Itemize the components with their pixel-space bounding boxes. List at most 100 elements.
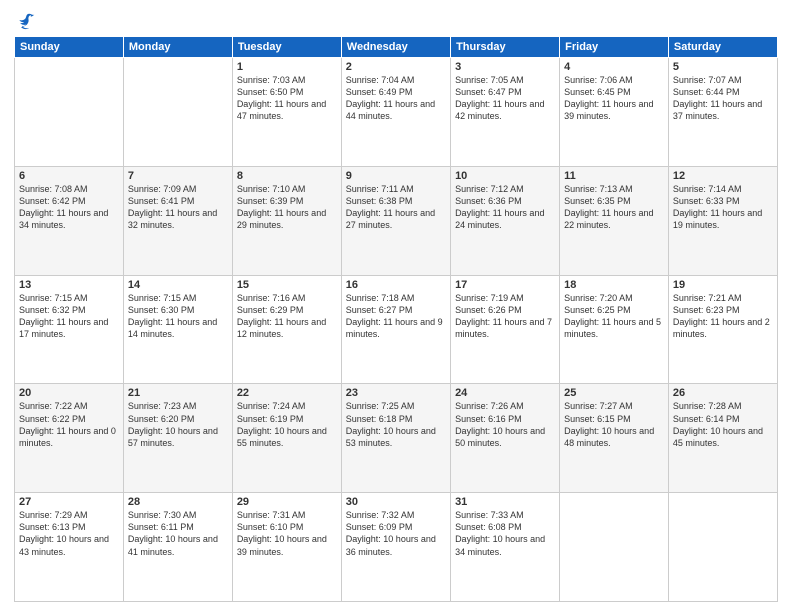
calendar-cell [15,58,124,167]
calendar-cell [668,493,777,602]
day-number: 24 [455,387,555,399]
day-number: 22 [237,387,337,399]
calendar-cell: 5Sunrise: 7:07 AMSunset: 6:44 PMDaylight… [668,58,777,167]
day-detail: Sunrise: 7:15 AMSunset: 6:32 PMDaylight:… [19,292,119,341]
day-number: 27 [19,496,119,508]
calendar-cell: 3Sunrise: 7:05 AMSunset: 6:47 PMDaylight… [451,58,560,167]
day-number: 13 [19,279,119,291]
calendar-header-monday: Monday [123,37,232,58]
calendar-header-friday: Friday [560,37,669,58]
day-number: 10 [455,170,555,182]
calendar-cell: 31Sunrise: 7:33 AMSunset: 6:08 PMDayligh… [451,493,560,602]
day-number: 3 [455,61,555,73]
day-detail: Sunrise: 7:11 AMSunset: 6:38 PMDaylight:… [346,183,446,232]
day-number: 21 [128,387,228,399]
calendar-cell: 19Sunrise: 7:21 AMSunset: 6:23 PMDayligh… [668,275,777,384]
day-number: 20 [19,387,119,399]
day-number: 15 [237,279,337,291]
calendar-cell: 23Sunrise: 7:25 AMSunset: 6:18 PMDayligh… [341,384,450,493]
day-detail: Sunrise: 7:25 AMSunset: 6:18 PMDaylight:… [346,400,446,449]
calendar-header-tuesday: Tuesday [232,37,341,58]
calendar-cell: 20Sunrise: 7:22 AMSunset: 6:22 PMDayligh… [15,384,124,493]
day-number: 1 [237,61,337,73]
day-detail: Sunrise: 7:28 AMSunset: 6:14 PMDaylight:… [673,400,773,449]
day-number: 2 [346,61,446,73]
calendar-cell: 9Sunrise: 7:11 AMSunset: 6:38 PMDaylight… [341,166,450,275]
calendar-cell: 16Sunrise: 7:18 AMSunset: 6:27 PMDayligh… [341,275,450,384]
calendar-cell: 18Sunrise: 7:20 AMSunset: 6:25 PMDayligh… [560,275,669,384]
day-detail: Sunrise: 7:16 AMSunset: 6:29 PMDaylight:… [237,292,337,341]
calendar-header-wednesday: Wednesday [341,37,450,58]
day-number: 28 [128,496,228,508]
calendar-cell: 30Sunrise: 7:32 AMSunset: 6:09 PMDayligh… [341,493,450,602]
calendar-cell [560,493,669,602]
day-detail: Sunrise: 7:09 AMSunset: 6:41 PMDaylight:… [128,183,228,232]
day-detail: Sunrise: 7:19 AMSunset: 6:26 PMDaylight:… [455,292,555,341]
calendar-header-sunday: Sunday [15,37,124,58]
day-detail: Sunrise: 7:10 AMSunset: 6:39 PMDaylight:… [237,183,337,232]
day-number: 16 [346,279,446,291]
calendar: SundayMondayTuesdayWednesdayThursdayFrid… [14,36,778,602]
calendar-header-saturday: Saturday [668,37,777,58]
day-detail: Sunrise: 7:03 AMSunset: 6:50 PMDaylight:… [237,74,337,123]
day-number: 9 [346,170,446,182]
day-detail: Sunrise: 7:21 AMSunset: 6:23 PMDaylight:… [673,292,773,341]
day-number: 17 [455,279,555,291]
day-detail: Sunrise: 7:33 AMSunset: 6:08 PMDaylight:… [455,509,555,558]
calendar-cell: 17Sunrise: 7:19 AMSunset: 6:26 PMDayligh… [451,275,560,384]
calendar-cell: 14Sunrise: 7:15 AMSunset: 6:30 PMDayligh… [123,275,232,384]
page: SundayMondayTuesdayWednesdayThursdayFrid… [0,0,792,612]
calendar-cell: 10Sunrise: 7:12 AMSunset: 6:36 PMDayligh… [451,166,560,275]
day-detail: Sunrise: 7:20 AMSunset: 6:25 PMDaylight:… [564,292,664,341]
calendar-cell: 27Sunrise: 7:29 AMSunset: 6:13 PMDayligh… [15,493,124,602]
day-number: 4 [564,61,664,73]
day-number: 12 [673,170,773,182]
calendar-cell: 13Sunrise: 7:15 AMSunset: 6:32 PMDayligh… [15,275,124,384]
calendar-cell: 21Sunrise: 7:23 AMSunset: 6:20 PMDayligh… [123,384,232,493]
day-detail: Sunrise: 7:18 AMSunset: 6:27 PMDaylight:… [346,292,446,341]
calendar-cell: 24Sunrise: 7:26 AMSunset: 6:16 PMDayligh… [451,384,560,493]
day-detail: Sunrise: 7:26 AMSunset: 6:16 PMDaylight:… [455,400,555,449]
day-number: 19 [673,279,773,291]
day-detail: Sunrise: 7:08 AMSunset: 6:42 PMDaylight:… [19,183,119,232]
calendar-cell: 2Sunrise: 7:04 AMSunset: 6:49 PMDaylight… [341,58,450,167]
day-detail: Sunrise: 7:30 AMSunset: 6:11 PMDaylight:… [128,509,228,558]
logo-bird-icon [16,10,36,30]
calendar-cell: 15Sunrise: 7:16 AMSunset: 6:29 PMDayligh… [232,275,341,384]
day-detail: Sunrise: 7:31 AMSunset: 6:10 PMDaylight:… [237,509,337,558]
day-number: 26 [673,387,773,399]
calendar-cell: 7Sunrise: 7:09 AMSunset: 6:41 PMDaylight… [123,166,232,275]
calendar-cell: 28Sunrise: 7:30 AMSunset: 6:11 PMDayligh… [123,493,232,602]
calendar-cell: 22Sunrise: 7:24 AMSunset: 6:19 PMDayligh… [232,384,341,493]
day-number: 7 [128,170,228,182]
day-detail: Sunrise: 7:07 AMSunset: 6:44 PMDaylight:… [673,74,773,123]
calendar-cell: 8Sunrise: 7:10 AMSunset: 6:39 PMDaylight… [232,166,341,275]
day-number: 30 [346,496,446,508]
calendar-cell: 26Sunrise: 7:28 AMSunset: 6:14 PMDayligh… [668,384,777,493]
calendar-cell: 29Sunrise: 7:31 AMSunset: 6:10 PMDayligh… [232,493,341,602]
calendar-cell: 11Sunrise: 7:13 AMSunset: 6:35 PMDayligh… [560,166,669,275]
calendar-cell: 4Sunrise: 7:06 AMSunset: 6:45 PMDaylight… [560,58,669,167]
calendar-cell: 6Sunrise: 7:08 AMSunset: 6:42 PMDaylight… [15,166,124,275]
day-number: 8 [237,170,337,182]
day-number: 6 [19,170,119,182]
day-detail: Sunrise: 7:04 AMSunset: 6:49 PMDaylight:… [346,74,446,123]
day-number: 11 [564,170,664,182]
day-number: 31 [455,496,555,508]
day-detail: Sunrise: 7:14 AMSunset: 6:33 PMDaylight:… [673,183,773,232]
day-detail: Sunrise: 7:24 AMSunset: 6:19 PMDaylight:… [237,400,337,449]
day-detail: Sunrise: 7:05 AMSunset: 6:47 PMDaylight:… [455,74,555,123]
day-number: 18 [564,279,664,291]
header [14,10,778,30]
day-number: 29 [237,496,337,508]
day-number: 23 [346,387,446,399]
day-number: 14 [128,279,228,291]
calendar-cell [123,58,232,167]
calendar-cell: 1Sunrise: 7:03 AMSunset: 6:50 PMDaylight… [232,58,341,167]
day-detail: Sunrise: 7:15 AMSunset: 6:30 PMDaylight:… [128,292,228,341]
day-detail: Sunrise: 7:06 AMSunset: 6:45 PMDaylight:… [564,74,664,123]
day-detail: Sunrise: 7:23 AMSunset: 6:20 PMDaylight:… [128,400,228,449]
day-detail: Sunrise: 7:12 AMSunset: 6:36 PMDaylight:… [455,183,555,232]
day-detail: Sunrise: 7:22 AMSunset: 6:22 PMDaylight:… [19,400,119,449]
day-detail: Sunrise: 7:27 AMSunset: 6:15 PMDaylight:… [564,400,664,449]
